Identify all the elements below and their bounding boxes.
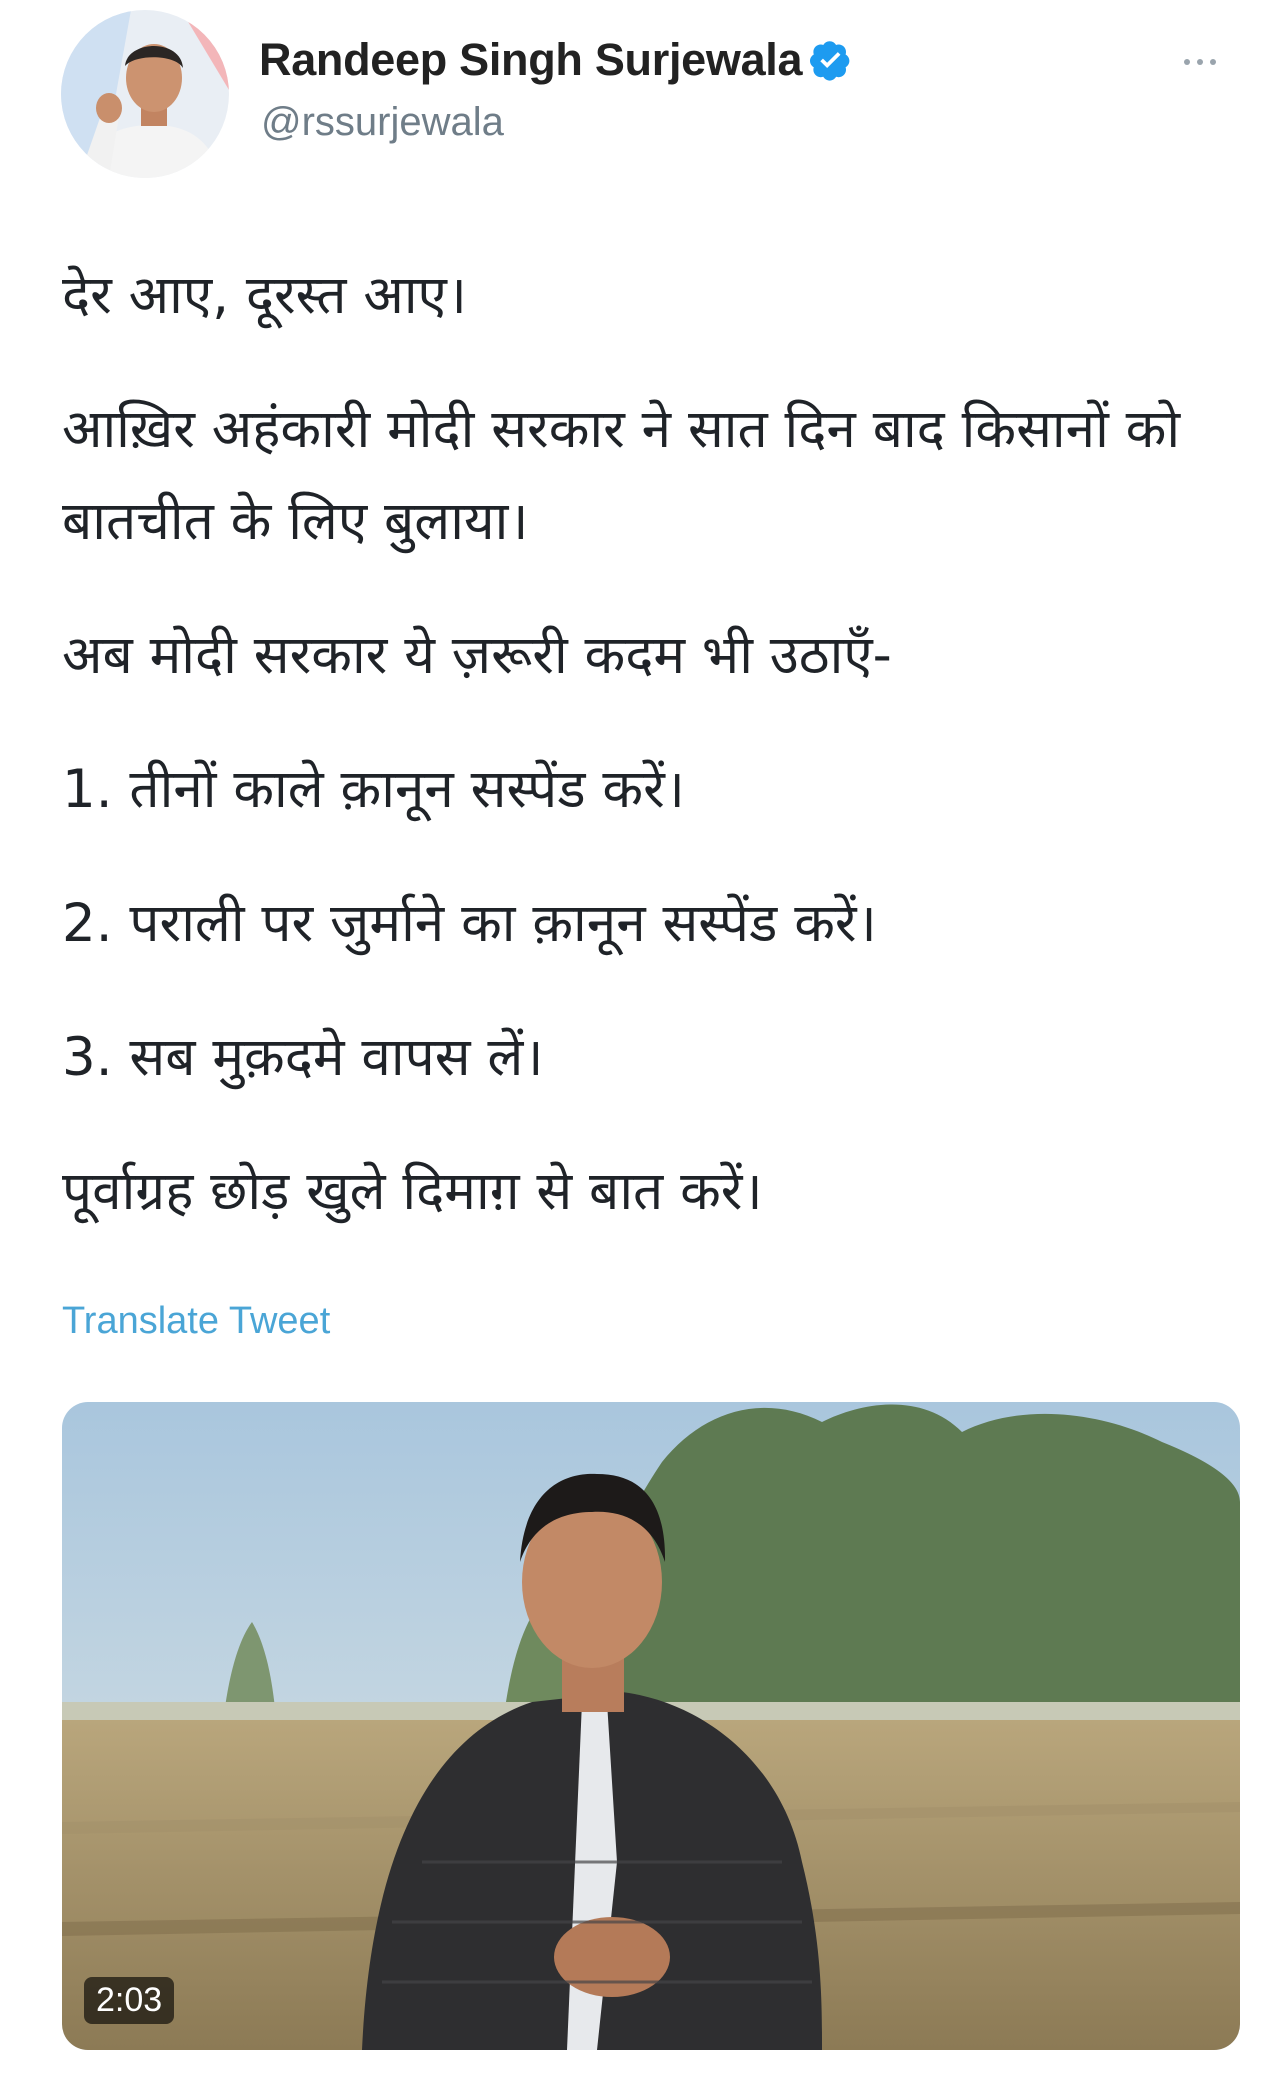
- tweet-paragraph: 1. तीनों काले क़ानून सस्पेंड करें।: [62, 759, 685, 820]
- video-thumbnail: [62, 1402, 1240, 2050]
- tweet-paragraph: पूर्वाग्रह छोड़ खुले दिमाग़ से बात करें।: [62, 1161, 763, 1222]
- more-options-icon[interactable]: [1170, 44, 1230, 80]
- author-handle[interactable]: @rssurjewala: [261, 100, 504, 145]
- tweet-paragraph: देर आए, दूरस्त आए।: [62, 265, 467, 326]
- video-duration: 2:03: [84, 1977, 175, 2024]
- avatar-image: [61, 10, 229, 178]
- video-player[interactable]: 2:03: [62, 1402, 1240, 2050]
- tweet-paragraph: 2. पराली पर जुर्माने का क़ानून सस्पेंड क…: [62, 893, 877, 954]
- dot: [1210, 59, 1216, 65]
- verified-badge-icon: [810, 39, 852, 81]
- tweet-paragraph: अब मोदी सरकार ये ज़रूरी कदम भी उठाएँ-: [62, 625, 892, 686]
- tweet-paragraph: 3. सब मुक़दमे वापस लें।: [62, 1027, 544, 1088]
- dot: [1184, 59, 1190, 65]
- avatar[interactable]: [61, 10, 229, 178]
- tweet-card: Randeep Singh Surjewala @rssurjewala देर…: [0, 0, 1280, 2080]
- tweet-paragraph: आख़िर अहंकारी मोदी सरकार ने सात दिन बाद …: [62, 399, 1181, 552]
- author-display-name[interactable]: Randeep Singh Surjewala: [259, 34, 803, 86]
- author-name-row: Randeep Singh Surjewala: [259, 30, 852, 90]
- tweet-text: देर आए, दूरस्त आए। आख़िर अहंकारी मोदी सर…: [62, 250, 1202, 1280]
- dot: [1197, 59, 1203, 65]
- translate-tweet-link[interactable]: Translate Tweet: [62, 1300, 330, 1343]
